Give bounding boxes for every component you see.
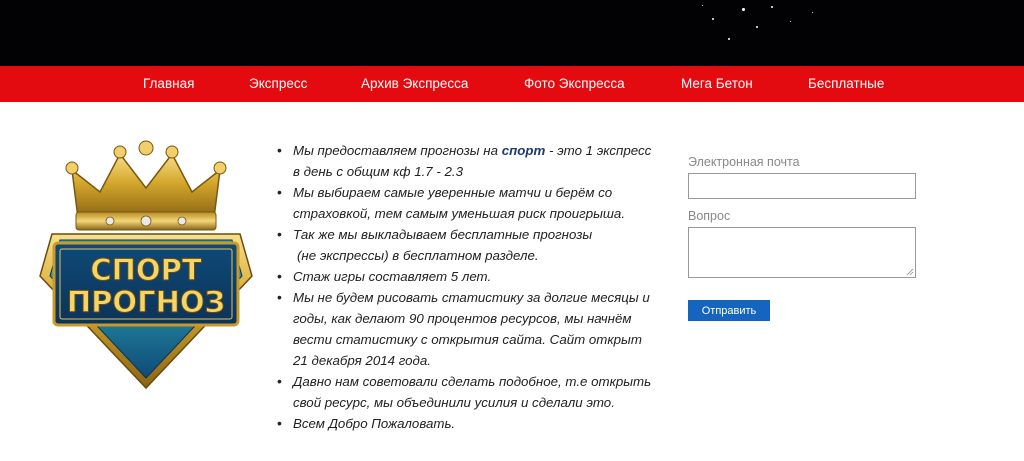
list-item: Мы предоставляем прогнозы на спорт - это… bbox=[276, 140, 676, 182]
top-banner bbox=[0, 0, 1024, 66]
list-item-line: в день с общим кф 1.7 - 2.3 bbox=[293, 164, 463, 179]
star-decoration bbox=[756, 26, 758, 28]
nav-item-home[interactable]: Главная bbox=[143, 66, 194, 102]
email-label: Электронная почта bbox=[688, 155, 800, 169]
list-item-line: вести статистику с открытия сайта. Сайт … bbox=[293, 332, 642, 347]
list-item: Так же мы выкладываем бесплатные прогноз… bbox=[276, 224, 676, 266]
list-item-line: Давно нам советовали сделать подобное, т… bbox=[293, 374, 652, 389]
nav-item-express[interactable]: Экспресс bbox=[249, 66, 307, 102]
star-decoration bbox=[742, 8, 745, 11]
nav-item-mega-beton[interactable]: Мега Бетон bbox=[681, 66, 753, 102]
list-item-line: Мы предоставляем прогнозы на спорт - это… bbox=[293, 140, 676, 161]
list-item-line: годы, как делают 90 процентов ресурсов, … bbox=[293, 311, 632, 326]
nav-item-express-archive[interactable]: Архив Экспресса bbox=[361, 66, 468, 102]
nav-item-free[interactable]: Бесплатные bbox=[808, 66, 884, 102]
submit-button[interactable]: Отправить bbox=[688, 300, 770, 321]
list-item-line: Мы выбираем самые уверенные матчи и берё… bbox=[293, 185, 613, 200]
list-item-line: 21 декабря 2014 года. bbox=[293, 353, 431, 368]
list-item-line: Стаж игры составляет 5 лет. bbox=[293, 269, 492, 284]
list-item-line: страховкой, тем самым уменьшая риск прои… bbox=[293, 206, 626, 221]
list-item-line: (не экспрессы) в бесплатном разделе. bbox=[297, 248, 539, 263]
star-decoration bbox=[728, 38, 730, 40]
logo-line2: ПРОГНОЗ bbox=[67, 285, 225, 319]
list-item-line: Всем Добро Пожаловать. bbox=[293, 416, 456, 431]
logo-line1: СПОРТ bbox=[90, 253, 201, 287]
star-decoration bbox=[771, 6, 773, 8]
crown-icon bbox=[65, 140, 227, 231]
question-field[interactable] bbox=[688, 227, 916, 278]
list-item: Всем Добро Пожаловать. bbox=[276, 413, 676, 434]
star-decoration bbox=[790, 21, 791, 22]
resize-grip-icon[interactable] bbox=[906, 268, 914, 276]
list-item-line: Мы не будем рисовать статистику за долги… bbox=[293, 290, 650, 305]
star-decoration bbox=[812, 12, 813, 13]
item1-pre: Мы предоставляем прогнозы на bbox=[293, 143, 502, 158]
list-item: Давно нам советовали сделать подобное, т… bbox=[276, 371, 676, 413]
site-logo: СПОРТ ПРОГНОЗ bbox=[30, 140, 262, 390]
list-item-line: свой ресурс, мы объединили усилия и сдел… bbox=[293, 395, 615, 410]
item1-post: - это 1 экспресс bbox=[545, 143, 652, 158]
list-item: Мы выбираем самые уверенные матчи и берё… bbox=[276, 182, 676, 224]
nav-item-express-photos[interactable]: Фото Экспресса bbox=[524, 66, 625, 102]
main-navbar: Главная Экспресс Архив Экспресса Фото Эк… bbox=[0, 66, 1024, 102]
sport-link[interactable]: спорт bbox=[502, 143, 546, 158]
list-item: Стаж игры составляет 5 лет. bbox=[276, 266, 676, 287]
sport-prognoz-logo: СПОРТ ПРОГНОЗ bbox=[39, 140, 253, 390]
list-item: Мы не будем рисовать статистику за долги… bbox=[276, 287, 676, 371]
features-list: Мы предоставляем прогнозы на спорт - это… bbox=[276, 140, 676, 434]
email-field[interactable] bbox=[688, 173, 916, 199]
star-decoration bbox=[702, 5, 703, 6]
star-decoration bbox=[712, 18, 714, 20]
question-label: Вопрос bbox=[688, 209, 731, 223]
list-item-line: Так же мы выкладываем бесплатные прогноз… bbox=[293, 227, 593, 242]
